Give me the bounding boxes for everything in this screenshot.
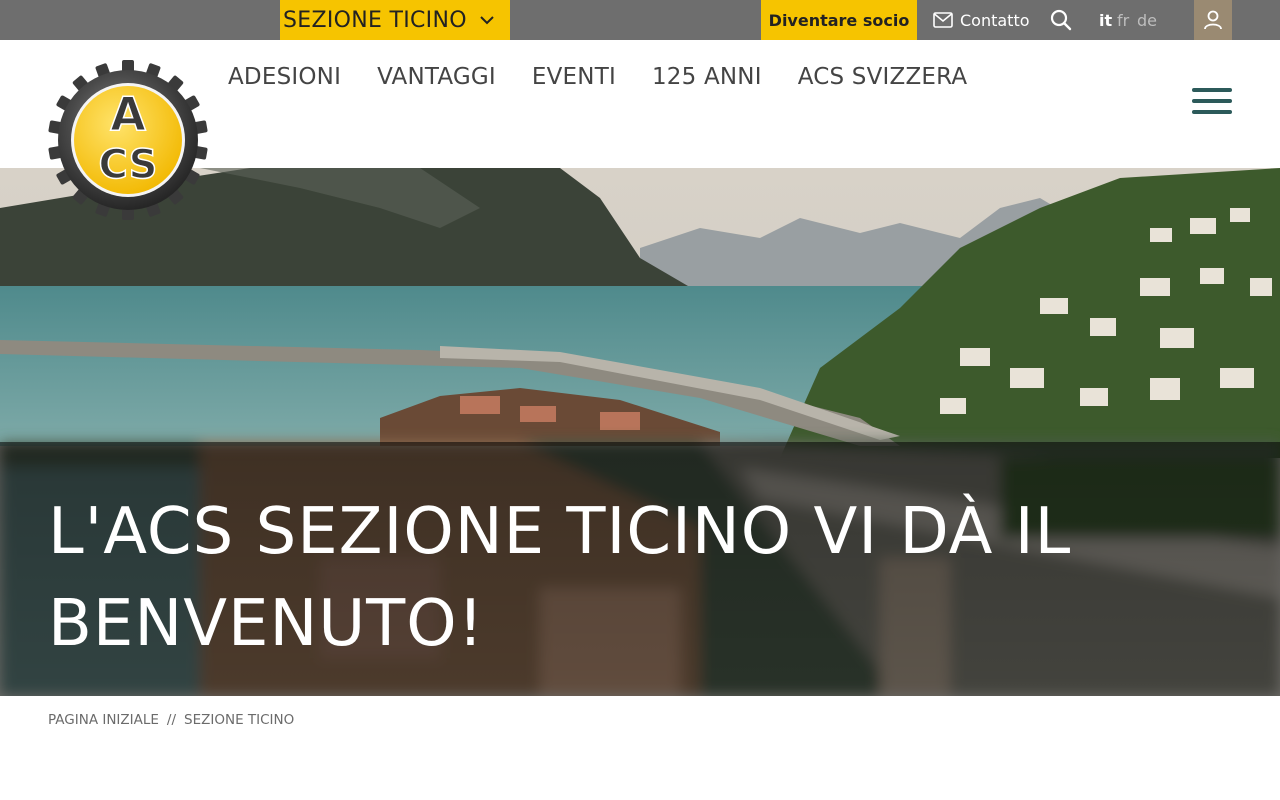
breadcrumb-home-link[interactable]: PAGINA INIZIALE <box>48 712 159 728</box>
chevron-down-icon <box>480 16 494 25</box>
acs-logo[interactable]: A CS <box>48 60 208 220</box>
language-fr[interactable]: fr <box>1117 0 1129 40</box>
contact-link[interactable]: Contatto <box>933 0 1030 40</box>
mail-icon <box>933 12 953 28</box>
language-de[interactable]: de <box>1137 0 1157 40</box>
user-account-button[interactable] <box>1194 0 1232 40</box>
search-icon[interactable] <box>1049 8 1073 32</box>
nav-item-125-anni[interactable]: 125 ANNI <box>652 64 762 90</box>
nav-item-adesioni[interactable]: ADESIONI <box>228 64 341 90</box>
section-selector-label: SEZIONE TICINO <box>283 7 467 33</box>
top-utility-bar: SEZIONE TICINO Diventare socio Contatto … <box>0 0 1280 40</box>
main-navigation: ADESIONI VANTAGGI EVENTI 125 ANNI ACS SV… <box>228 64 1003 90</box>
language-it[interactable]: it <box>1099 0 1112 40</box>
nav-item-vantaggi[interactable]: VANTAGGI <box>377 64 496 90</box>
nav-item-acs-svizzera[interactable]: ACS SVIZZERA <box>798 64 968 90</box>
become-member-button[interactable]: Diventare socio <box>761 0 917 40</box>
breadcrumb: PAGINA INIZIALE // SEZIONE TICINO <box>48 712 294 728</box>
user-icon <box>1204 10 1222 30</box>
menu-icon[interactable] <box>1192 88 1232 116</box>
hero-title-line2: BENVENUTO! <box>48 587 485 661</box>
breadcrumb-current: SEZIONE TICINO <box>184 712 295 728</box>
breadcrumb-separator: // <box>166 712 177 728</box>
section-selector[interactable]: SEZIONE TICINO <box>280 0 510 40</box>
logo-letters-cs: CS <box>99 142 158 188</box>
logo-letter-a: A <box>110 87 146 141</box>
hero-title: L'ACS SEZIONE TICINO VI DÀ IL BENVENUTO! <box>48 486 1148 670</box>
hero-title-line1: L'ACS SEZIONE TICINO VI DÀ IL <box>48 495 1072 569</box>
contact-label: Contatto <box>960 10 1030 30</box>
nav-item-eventi[interactable]: EVENTI <box>532 64 616 90</box>
hero-banner: L'ACS SEZIONE TICINO VI DÀ IL BENVENUTO! <box>0 168 1280 696</box>
